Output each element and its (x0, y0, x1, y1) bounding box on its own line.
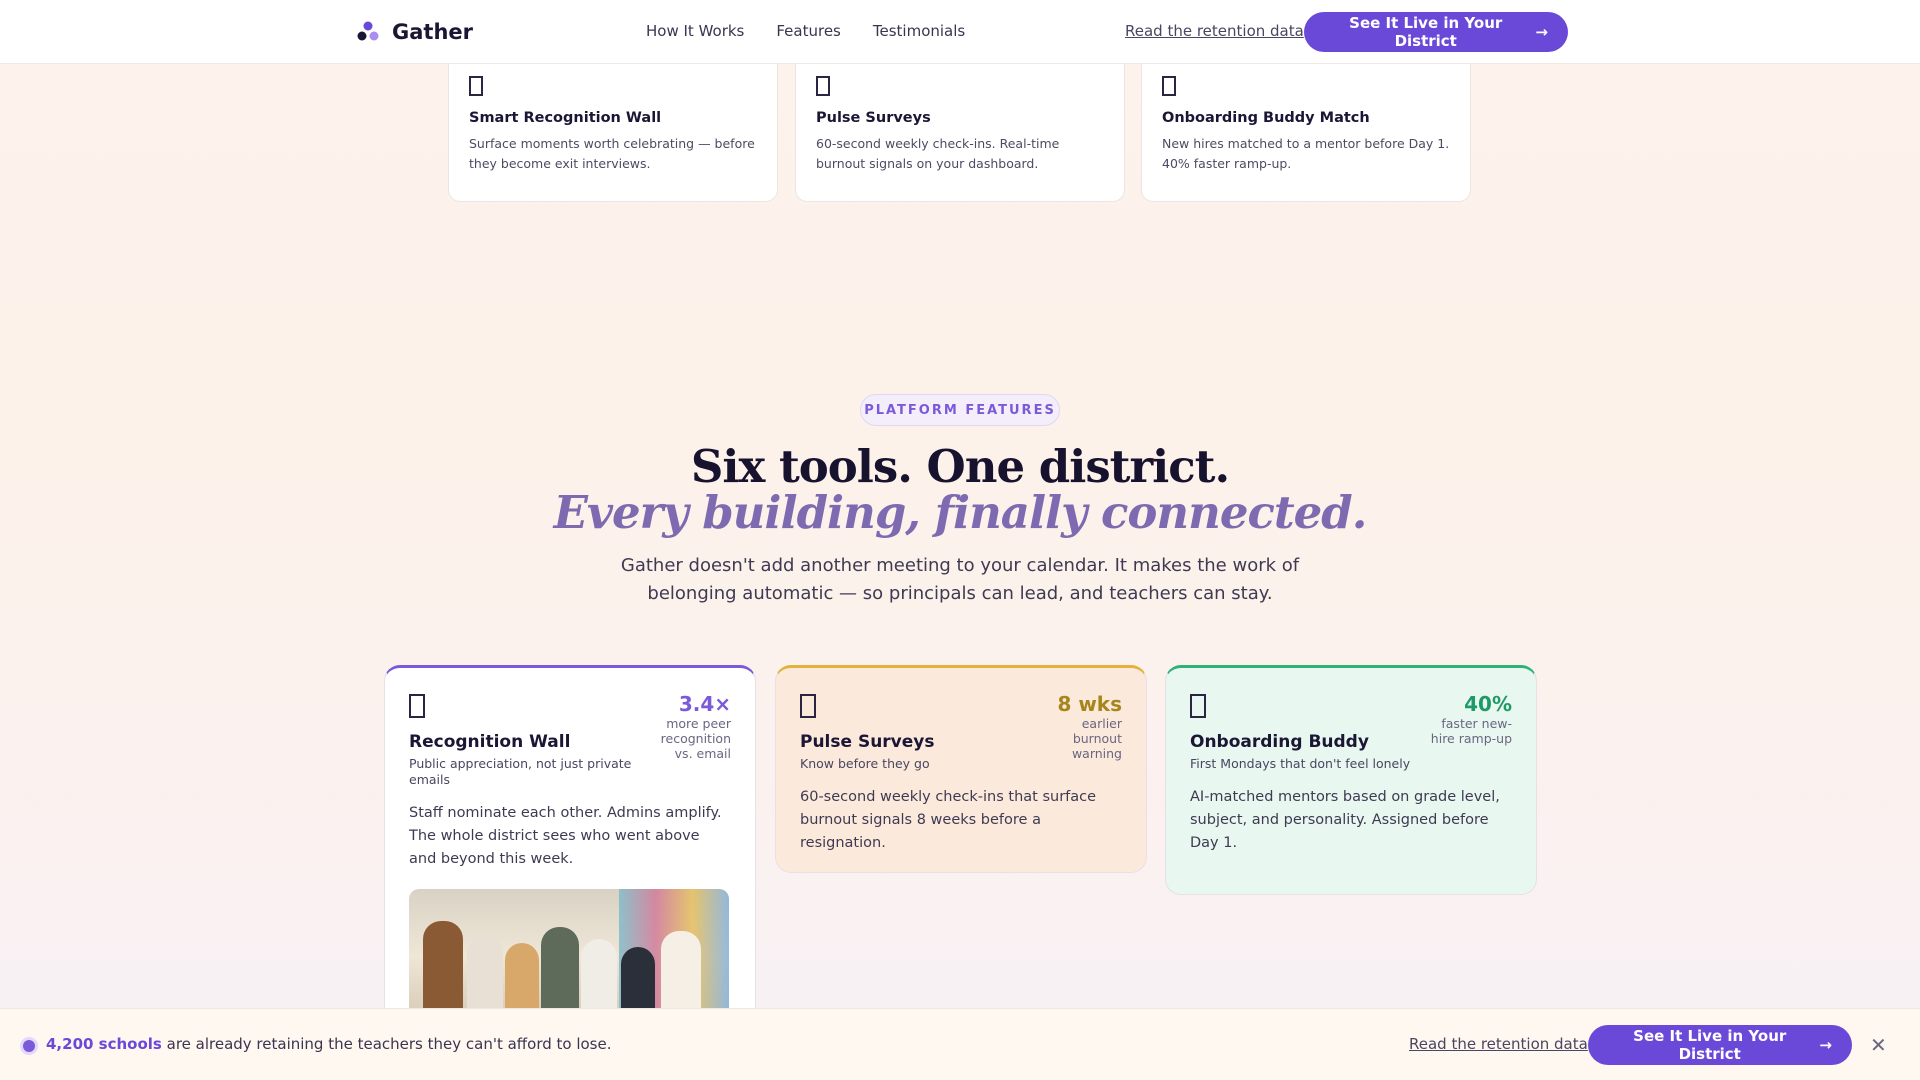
nav-link-how-it-works[interactable]: How It Works (646, 22, 744, 40)
bottom-bar-text: are already retaining the teachers they … (161, 1035, 612, 1053)
bottom-retention-link[interactable]: Read the retention data (1409, 1035, 1588, 1053)
feature-body: Staff nominate each other. Admins amplif… (409, 805, 722, 867)
bottom-cta-button[interactable]: See It Live in Your District → (1588, 1025, 1852, 1065)
stat-value: 3.4× (678, 692, 731, 716)
top-navbar: Gather How It Works Features Testimonial… (0, 0, 1920, 64)
stat-value: 40% (1464, 692, 1512, 716)
feature-tagline: Know before they go (800, 756, 930, 771)
placeholder-icon (800, 694, 816, 718)
mini-card-desc: Surface moments worth celebrating — befo… (469, 136, 755, 171)
nav-cta-button[interactable]: See It Live in Your District → (1304, 12, 1568, 52)
brand[interactable]: Gather (356, 20, 473, 44)
sticky-bottom-bar: 4,200 schools are already retaining the … (0, 1008, 1920, 1080)
mini-card-onboarding[interactable]: Onboarding Buddy Match New hires matched… (1141, 60, 1471, 202)
brand-name: Gather (392, 20, 473, 44)
status-dot-icon (23, 1040, 35, 1052)
feature-tagline: Public appreciation, not just private em… (409, 756, 632, 787)
mini-card-recognition[interactable]: Smart Recognition Wall Surface moments w… (448, 60, 778, 202)
feature-stat: 8 wks earlier burnout warning (1057, 692, 1122, 761)
schools-count: 4,200 schools (46, 1035, 162, 1053)
feature-stat: 3.4× more peer recognition vs. email (659, 692, 731, 761)
gather-logo-icon (357, 21, 379, 41)
nav-cta-label: See It Live in Your District (1349, 14, 1503, 50)
nav-retention-link[interactable]: Read the retention data (1125, 22, 1304, 40)
feature-tagline: First Mondays that don't feel lonely (1190, 756, 1411, 771)
placeholder-icon (816, 76, 830, 96)
nav-links: How It Works Features Testimonials (646, 22, 965, 40)
section-subline: Every building, finally connected. (553, 486, 1368, 539)
stat-note: more peer recognition vs. email (660, 716, 731, 761)
arrow-right-icon: → (1535, 23, 1548, 41)
mini-card-title: Onboarding Buddy Match (1162, 110, 1370, 126)
mini-card-desc: 60-second weekly check-ins. Real-time bu… (816, 136, 1060, 171)
mini-card-title: Pulse Surveys (816, 110, 931, 126)
feature-body: AI-matched mentors based on grade level,… (1190, 789, 1500, 851)
mini-card-pulse[interactable]: Pulse Surveys 60-second weekly check-ins… (795, 60, 1125, 202)
feature-stat: 40% faster new-hire ramp-up (1428, 692, 1512, 746)
close-icon[interactable]: ✕ (1870, 1033, 1887, 1057)
placeholder-icon (1162, 76, 1176, 96)
placeholder-icon (1190, 694, 1206, 718)
nav-link-testimonials[interactable]: Testimonials (873, 22, 965, 40)
bottom-cta-label: See It Live in Your District (1633, 1027, 1787, 1063)
stat-note: earlier burnout warning (1071, 716, 1122, 761)
nav-link-features[interactable]: Features (776, 22, 841, 40)
bottom-bar-message: 4,200 schools are already retaining the … (46, 1035, 612, 1053)
stat-value: 8 wks (1057, 692, 1122, 716)
placeholder-icon (469, 76, 483, 96)
stat-note: faster new-hire ramp-up (1430, 716, 1512, 746)
section-eyebrow: PLATFORM FEATURES (860, 394, 1060, 426)
feature-card-onboarding-buddy[interactable]: 40% faster new-hire ramp-up Onboarding B… (1165, 665, 1537, 895)
placeholder-icon (409, 694, 425, 718)
mini-card-desc: New hires matched to a mentor before Day… (1162, 136, 1450, 171)
feature-card-pulse-surveys[interactable]: 8 wks earlier burnout warning Pulse Surv… (775, 665, 1147, 873)
mini-card-title: Smart Recognition Wall (469, 110, 662, 126)
feature-body: 60-second weekly check-ins that surface … (800, 789, 1097, 851)
arrow-right-icon: → (1819, 1036, 1832, 1054)
section-intro: Gather doesn't add another meeting to yo… (620, 555, 1300, 604)
